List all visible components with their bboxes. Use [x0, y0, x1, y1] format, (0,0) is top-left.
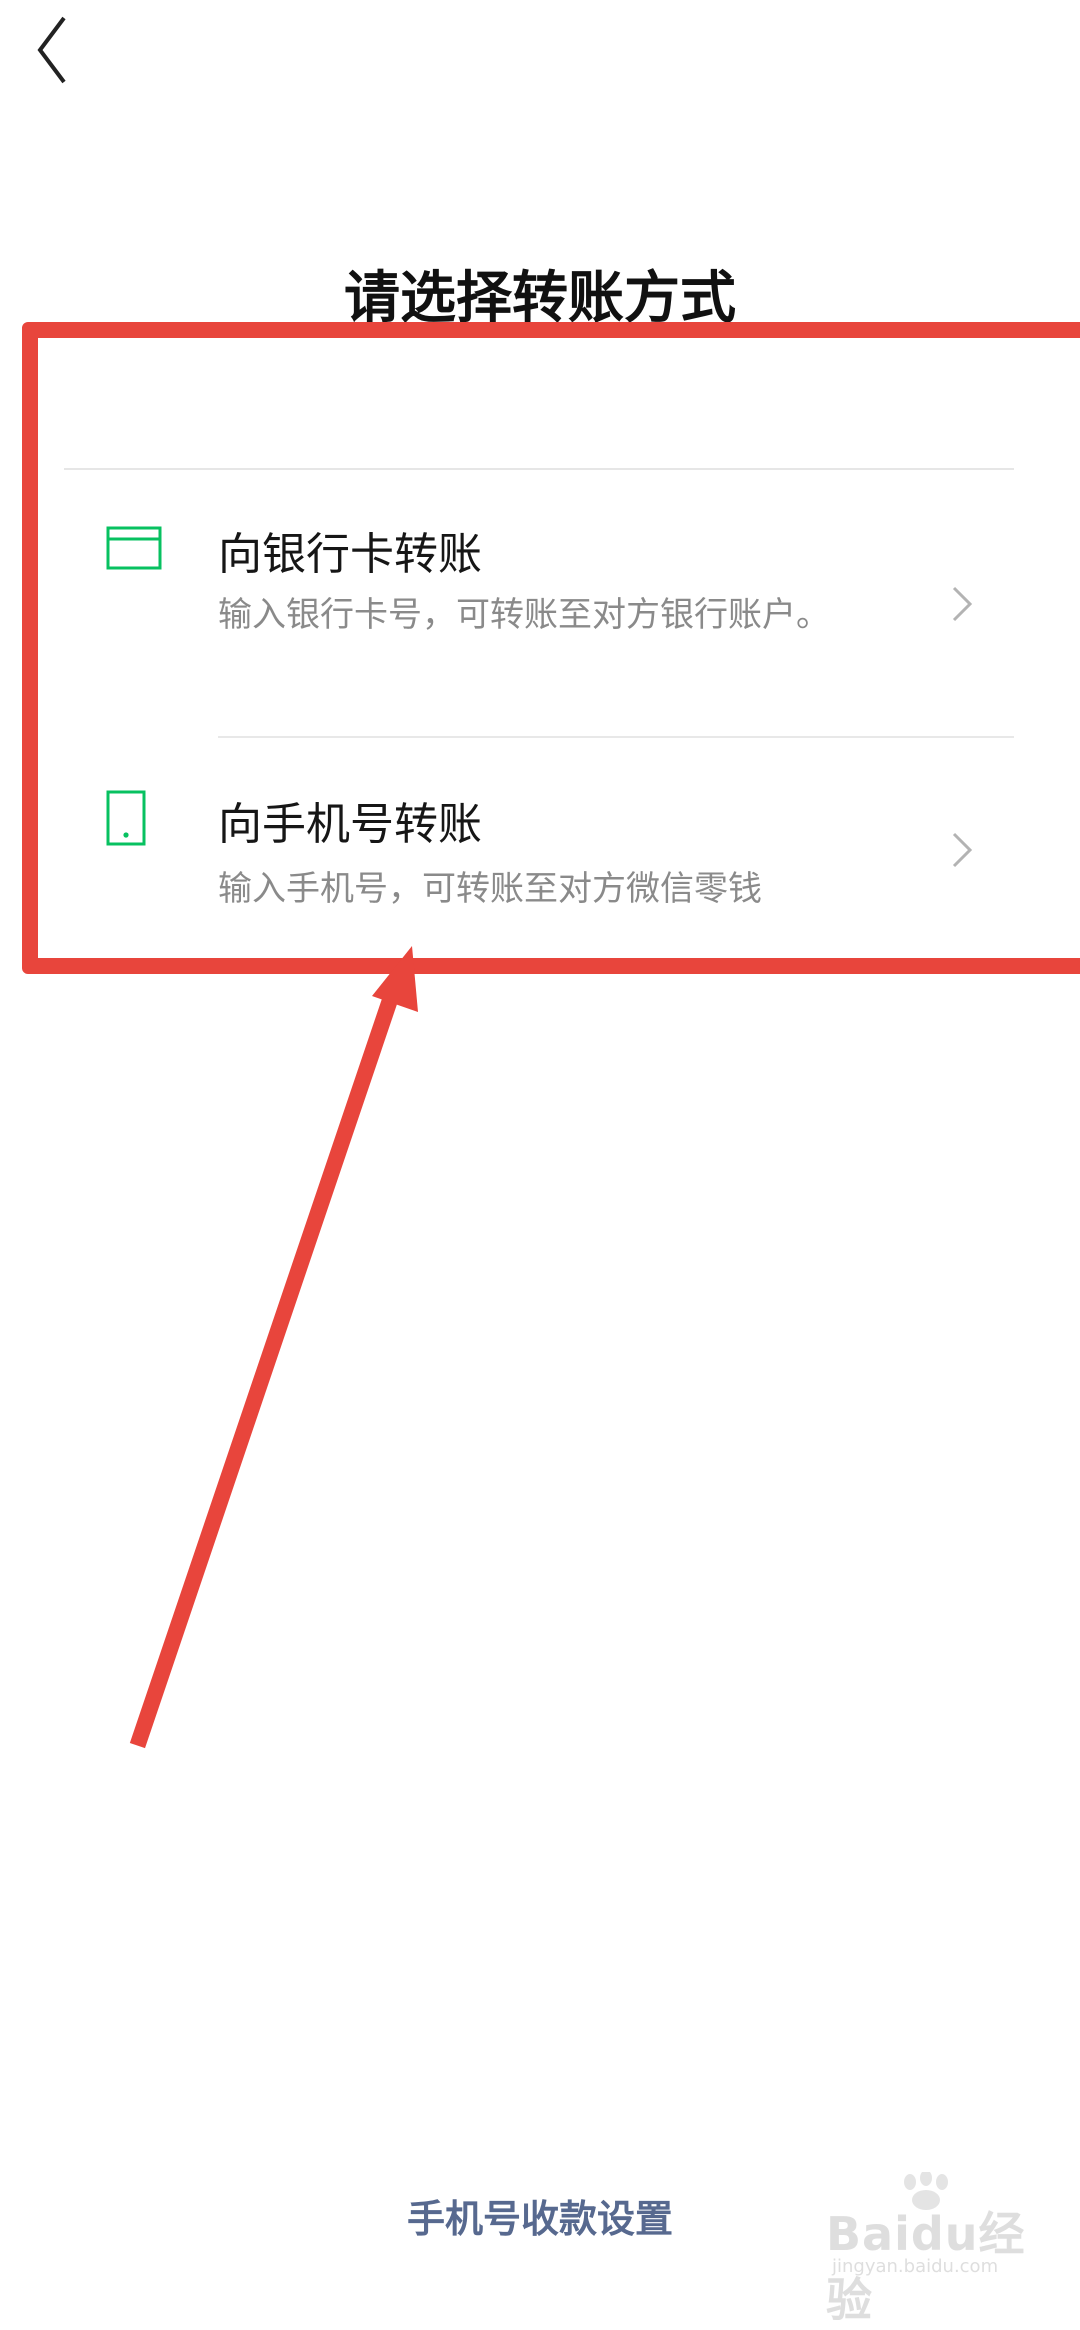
chevron-right-icon	[952, 832, 973, 868]
option-title: 向手机号转账	[218, 799, 482, 850]
bank-card-icon	[106, 526, 162, 574]
option-title: 向银行卡转账	[218, 529, 482, 580]
watermark-url: jingyan.baidu.com	[832, 2256, 999, 2277]
phone-icon	[106, 790, 146, 850]
chevron-right-icon	[952, 586, 973, 622]
transfer-option-list: 向银行卡转账 输入银行卡号，可转账至对方银行账户。 向手机号转账 输入手机号，可…	[64, 468, 1014, 926]
option-description: 输入手机号，可转账至对方微信零钱	[218, 869, 762, 909]
option-phone-transfer[interactable]: 向手机号转账 输入手机号，可转账至对方微信零钱	[106, 738, 1014, 926]
baidu-jingyan-watermark: Baidu经验 jingyan.baidu.com	[826, 2172, 1026, 2327]
option-description: 输入银行卡号，可转账至对方银行账户。	[218, 595, 830, 635]
option-bank-card-transfer[interactable]: 向银行卡转账 输入银行卡号，可转账至对方银行账户。	[106, 470, 1014, 738]
page-title: 请选择转账方式	[344, 266, 736, 331]
back-button[interactable]	[28, 14, 78, 84]
annotation-arrow	[129, 946, 418, 1749]
chevron-left-icon	[37, 16, 66, 84]
